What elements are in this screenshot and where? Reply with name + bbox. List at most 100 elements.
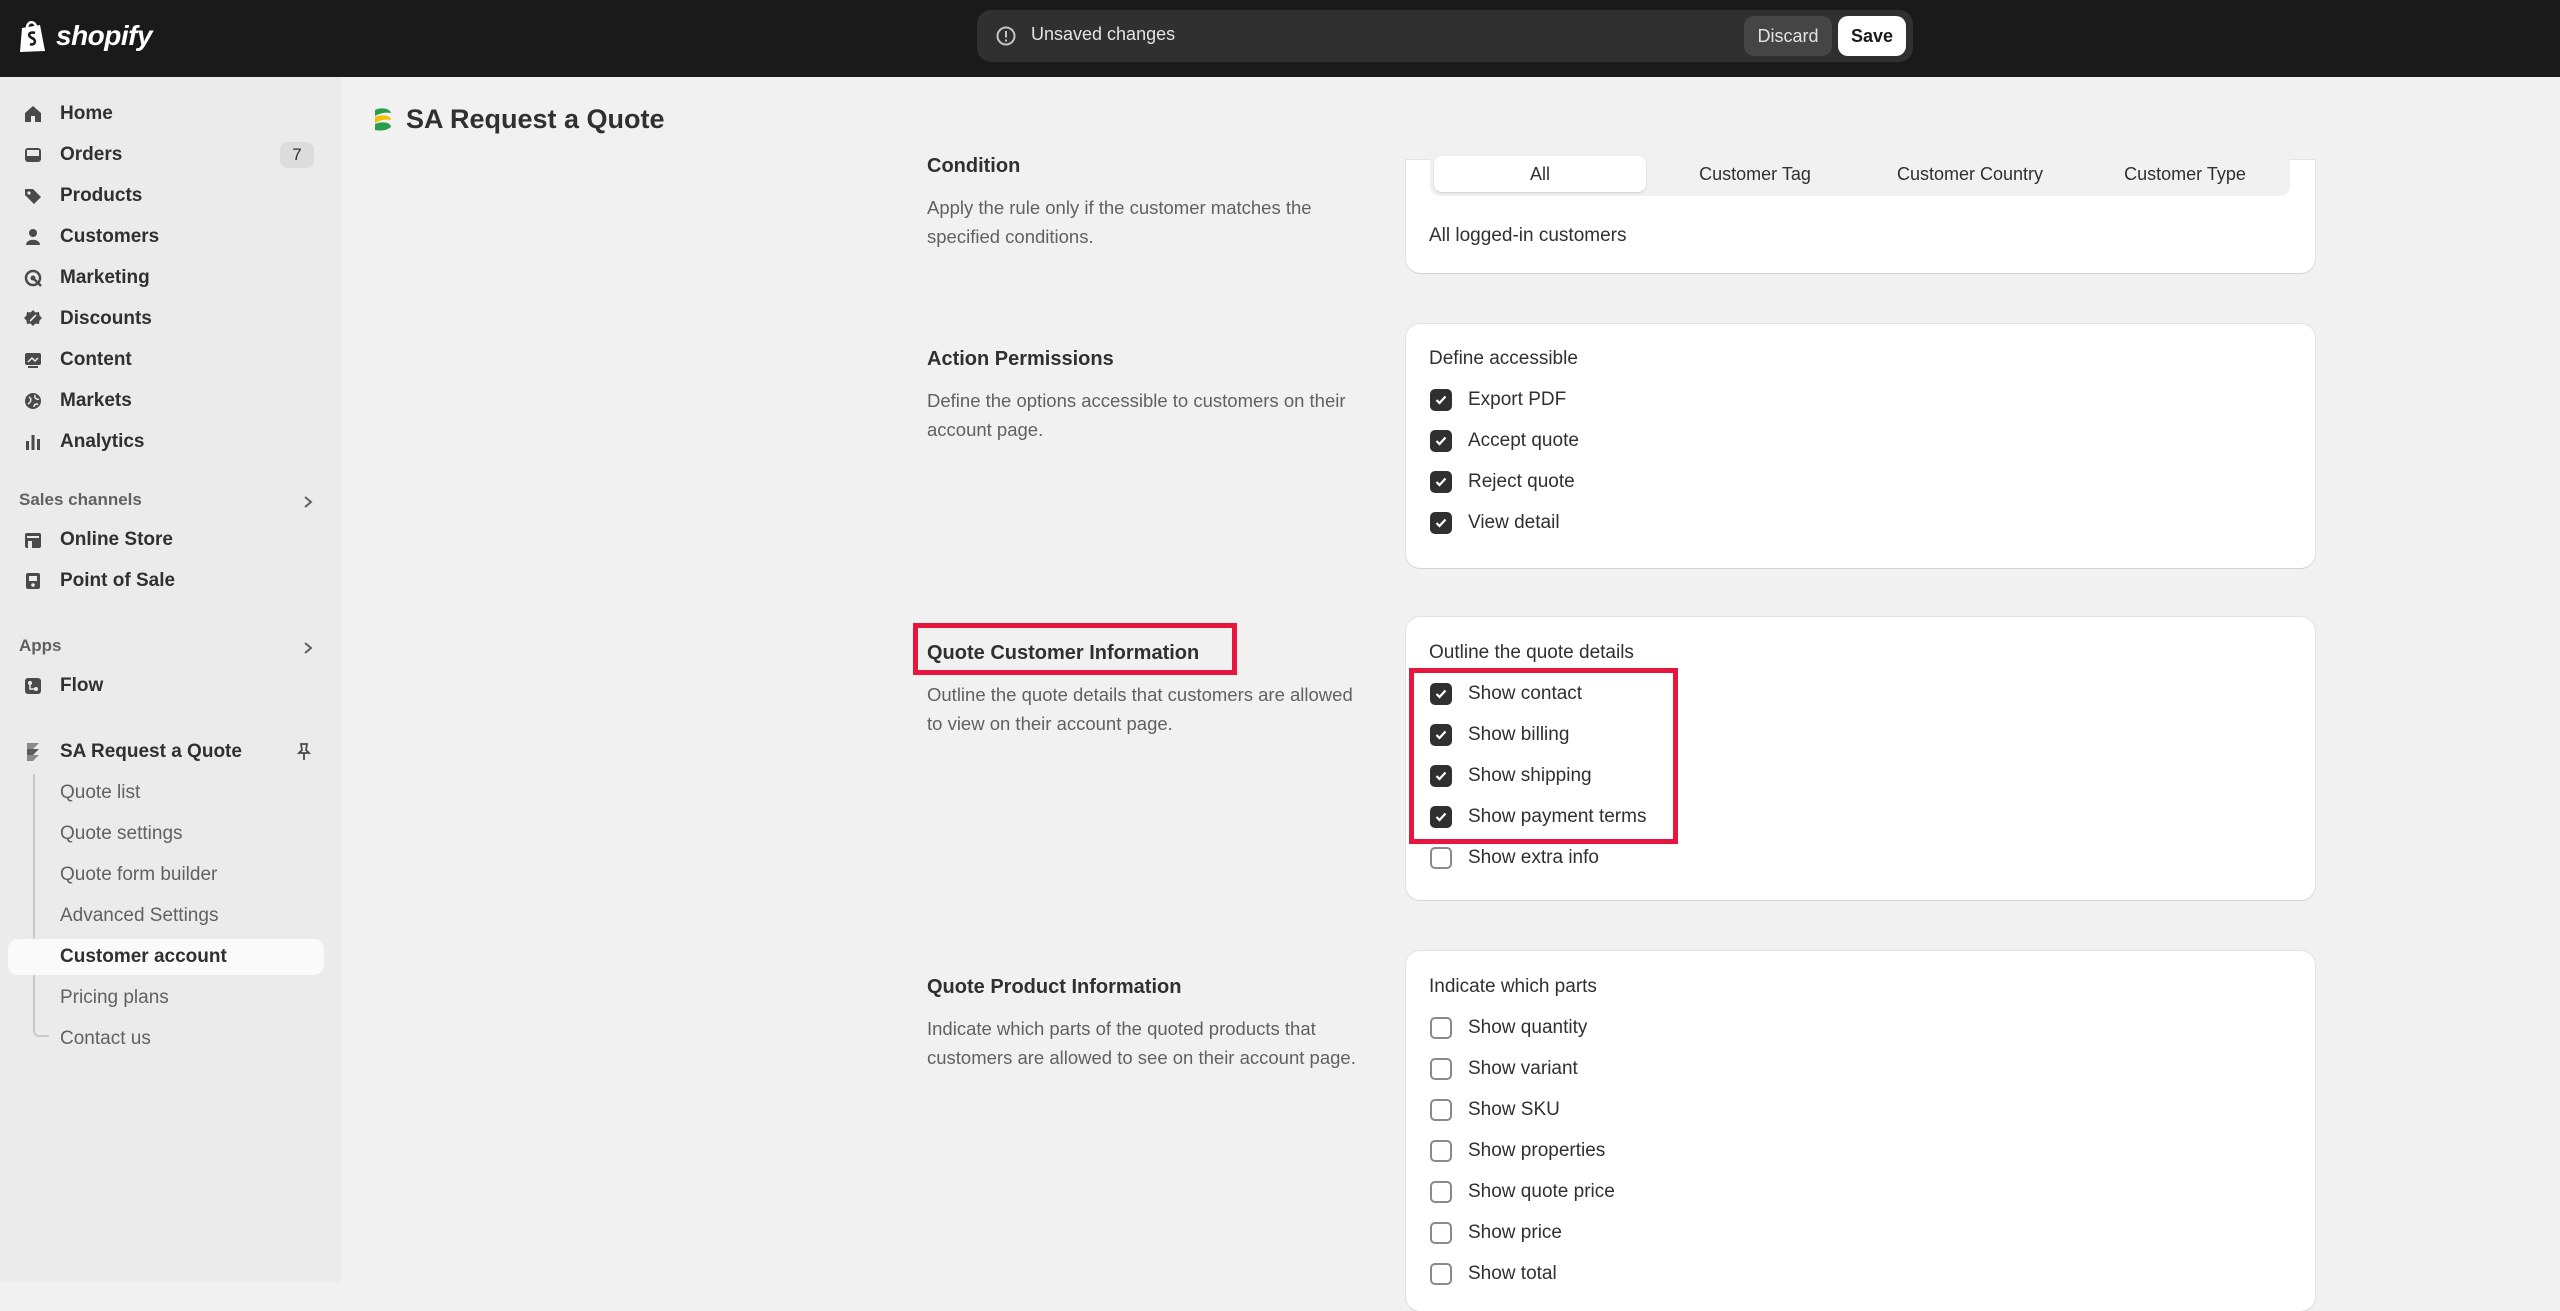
checkbox-show-quote-price[interactable]: Show quote price	[1430, 1178, 1615, 1206]
tag-icon	[22, 185, 44, 207]
checkbox-checked-icon[interactable]	[1430, 389, 1452, 411]
checkbox-label: Show extra info	[1468, 847, 1599, 868]
checkbox-show-total[interactable]: Show total	[1430, 1260, 1557, 1288]
checkbox-checked-icon[interactable]	[1430, 724, 1452, 746]
home-icon	[22, 103, 44, 125]
subnav-customer-account[interactable]: Customer account	[8, 939, 324, 975]
checkbox-checked-icon[interactable]	[1430, 471, 1452, 493]
sidebar-item-label: Content	[60, 349, 132, 370]
sidebar-item-online-store[interactable]: Online Store	[8, 521, 324, 559]
checkbox-show-quantity[interactable]: Show quantity	[1430, 1014, 1587, 1042]
checkbox-view-detail[interactable]: View detail	[1430, 509, 1560, 537]
sidebar-item-products[interactable]: Products	[8, 177, 324, 215]
checkbox-show-properties[interactable]: Show properties	[1430, 1137, 1605, 1165]
checkbox-checked-icon[interactable]	[1430, 430, 1452, 452]
checkbox-accept-quote[interactable]: Accept quote	[1430, 427, 1579, 455]
sidebar-item-sa-request-a-quote[interactable]: SA Request a Quote	[8, 733, 324, 771]
sidebar-item-home[interactable]: Home	[8, 95, 324, 133]
checkbox-show-price[interactable]: Show price	[1430, 1219, 1562, 1247]
tab-customer-tag[interactable]: Customer Tag	[1649, 156, 1861, 192]
brand-name: shopify	[56, 20, 153, 51]
action-permissions-title: Action Permissions	[927, 348, 1114, 370]
page-header: SA Request a Quote	[372, 104, 665, 135]
app-logo-icon	[375, 107, 391, 131]
checkbox-label: Show shipping	[1468, 765, 1592, 786]
discount-icon	[22, 308, 44, 330]
orders-count-badge: 7	[280, 142, 314, 168]
card-label: Define accessible	[1429, 348, 1578, 369]
checkbox-label: Show properties	[1468, 1140, 1606, 1161]
target-icon	[22, 267, 44, 289]
checkbox-show-extra-info[interactable]: Show extra info	[1430, 844, 1599, 872]
checkbox-export-pdf[interactable]: Export PDF	[1430, 386, 1566, 414]
checkbox-checked-icon[interactable]	[1430, 765, 1452, 787]
sidebar-item-label: Customers	[60, 226, 160, 247]
checkbox-unchecked-icon[interactable]	[1430, 1017, 1452, 1039]
checkbox-label: Show quantity	[1468, 1017, 1588, 1038]
sidebar-item-label: Orders	[60, 144, 123, 165]
checkbox-unchecked-icon[interactable]	[1430, 1099, 1452, 1121]
checkbox-unchecked-icon[interactable]	[1430, 847, 1452, 869]
subnav-label: Pricing plans	[60, 987, 169, 1008]
sidebar-item-marketing[interactable]: Marketing	[8, 259, 324, 297]
checkbox-label: Show contact	[1468, 683, 1583, 704]
subnav-quote-form-builder[interactable]: Quote form builder	[8, 857, 324, 893]
alert-circle-icon	[996, 26, 1016, 46]
condition-description: Apply the rule only if the customer matc…	[927, 197, 1312, 247]
checkbox-show-shipping[interactable]: Show shipping	[1430, 762, 1592, 790]
sa-request-quote-app-icon	[22, 741, 44, 763]
unsaved-changes-text: Unsaved changes	[1031, 24, 1176, 44]
save-button[interactable]: Save	[1838, 16, 1906, 56]
checkbox-show-sku[interactable]: Show SKU	[1430, 1096, 1560, 1124]
sidebar-item-analytics[interactable]: Analytics	[8, 423, 324, 461]
subnav-advanced-settings[interactable]: Advanced Settings	[8, 898, 324, 934]
sidebar-item-point-of-sale[interactable]: Point of Sale	[8, 562, 324, 600]
subnav-pricing-plans[interactable]: Pricing plans	[8, 980, 324, 1016]
checkbox-show-payment-terms[interactable]: Show payment terms	[1430, 803, 1646, 831]
checkbox-label: View detail	[1468, 512, 1560, 533]
checkbox-show-billing[interactable]: Show billing	[1430, 721, 1569, 749]
checkbox-show-variant[interactable]: Show variant	[1430, 1055, 1578, 1083]
checkbox-unchecked-icon[interactable]	[1430, 1140, 1452, 1162]
condition-summary: All logged-in customers	[1429, 225, 1627, 246]
condition-tabs: All Customer Tag Customer Country Custom…	[1430, 152, 2290, 196]
discard-button[interactable]: Discard	[1744, 16, 1832, 56]
sidebar-item-markets[interactable]: Markets	[8, 382, 324, 420]
top-bar: shopify Unsaved changes Discard Save	[0, 0, 2560, 77]
quote-product-info-description: Indicate which parts of the quoted produ…	[927, 1018, 1356, 1068]
tab-customer-type[interactable]: Customer Type	[2079, 156, 2291, 192]
checkbox-show-contact[interactable]: Show contact	[1430, 680, 1582, 708]
checkbox-unchecked-icon[interactable]	[1430, 1181, 1452, 1203]
condition-title: Condition	[927, 155, 1021, 177]
checkbox-checked-icon[interactable]	[1430, 806, 1452, 828]
flow-icon	[22, 675, 44, 697]
sidebar-item-label: Home	[60, 103, 113, 124]
tab-customer-country[interactable]: Customer Country	[1864, 156, 2076, 192]
shopify-logo[interactable]: shopify	[18, 18, 153, 54]
bar-chart-icon	[22, 431, 44, 453]
sidebar-item-content[interactable]: Content	[8, 341, 324, 379]
card-label: Outline the quote details	[1429, 642, 1634, 663]
subnav-quote-settings[interactable]: Quote settings	[8, 816, 324, 852]
sidebar-item-customers[interactable]: Customers	[8, 218, 324, 256]
sidebar-item-label: Point of Sale	[60, 570, 176, 591]
checkbox-unchecked-icon[interactable]	[1430, 1058, 1452, 1080]
pin-icon[interactable]	[294, 742, 314, 762]
subnav-quote-list[interactable]: Quote list	[8, 775, 324, 811]
checkbox-checked-icon[interactable]	[1430, 683, 1452, 705]
checkbox-reject-quote[interactable]: Reject quote	[1430, 468, 1575, 496]
checkbox-checked-icon[interactable]	[1430, 512, 1452, 534]
sidebar-item-label: Discounts	[60, 308, 152, 329]
chevron-right-icon[interactable]	[300, 640, 316, 656]
subnav-label: Contact us	[60, 1028, 151, 1049]
quote-product-info-card: Indicate which parts Show quantity Show …	[1406, 951, 2315, 1311]
apps-title: Apps	[19, 636, 62, 655]
chevron-right-icon[interactable]	[300, 494, 316, 510]
sidebar-item-orders[interactable]: Orders 7	[8, 136, 324, 174]
sidebar-item-flow[interactable]: Flow	[8, 667, 324, 705]
tab-all[interactable]: All	[1434, 156, 1646, 192]
shopify-bag-icon	[20, 21, 45, 52]
subnav-contact-us[interactable]: Contact us	[8, 1021, 324, 1057]
checkbox-unchecked-icon[interactable]	[1430, 1222, 1452, 1244]
sidebar-item-discounts[interactable]: Discounts	[8, 300, 324, 338]
